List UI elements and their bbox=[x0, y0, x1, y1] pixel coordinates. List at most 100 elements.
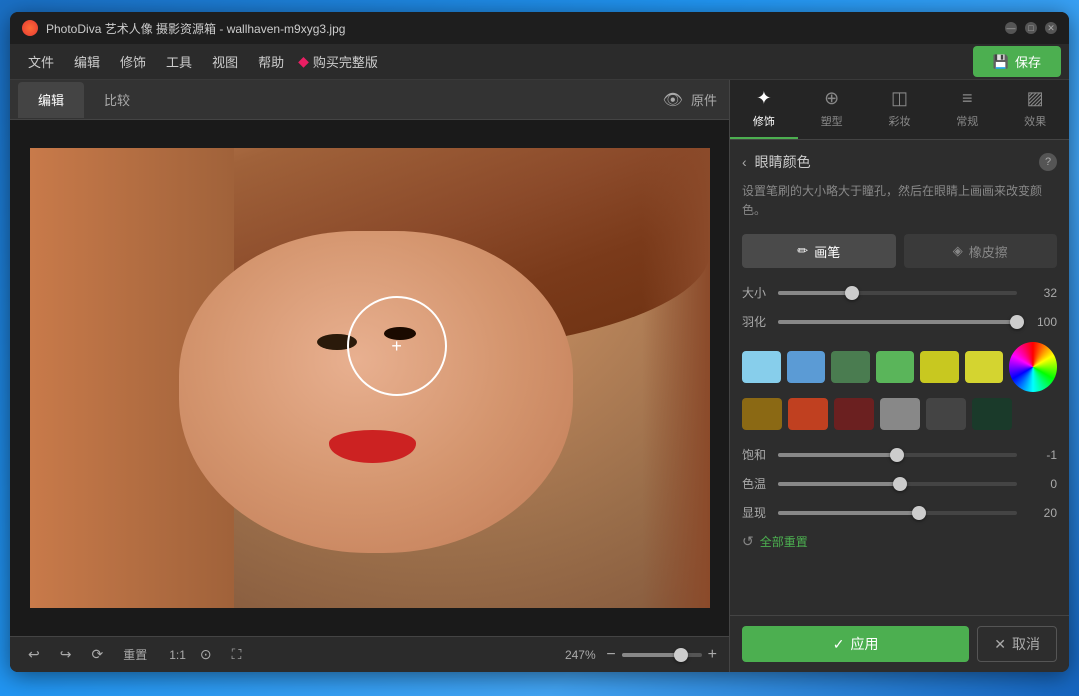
color-swatch-6[interactable] bbox=[965, 351, 1004, 383]
section-header: ‹ 眼睛颜色 ? bbox=[742, 152, 1057, 172]
retouch-label: 修饰 bbox=[753, 113, 775, 129]
feather-label: 羽化 bbox=[742, 313, 770, 330]
color-row-2 bbox=[742, 398, 1057, 430]
buy-button[interactable]: 购买完整版 bbox=[313, 52, 378, 71]
normal-icon: ≡ bbox=[962, 88, 973, 109]
temperature-value: 0 bbox=[1025, 477, 1057, 491]
cancel-button[interactable]: ✕ 取消 bbox=[977, 626, 1057, 662]
window-title: PhotoDiva 艺术人像 摄影资源箱 - wallhaven-m9xyg3.… bbox=[46, 20, 1005, 37]
saturation-slider-row: 饱和 -1 bbox=[742, 446, 1057, 463]
redo-button[interactable]: ↪ bbox=[54, 644, 78, 665]
display-slider-row: 显现 20 bbox=[742, 504, 1057, 521]
hair-right bbox=[642, 148, 710, 608]
eraser-icon: ◈ bbox=[953, 243, 963, 259]
color-swatch-11[interactable] bbox=[926, 398, 966, 430]
zoom-slider[interactable] bbox=[622, 653, 702, 657]
size-slider[interactable] bbox=[778, 291, 1017, 295]
feather-slider[interactable] bbox=[778, 320, 1017, 324]
menu-file[interactable]: 文件 bbox=[18, 48, 64, 75]
temperature-slider-row: 色温 0 bbox=[742, 475, 1057, 492]
color-swatch-2[interactable] bbox=[787, 351, 826, 383]
undo-button[interactable]: ↩ bbox=[22, 644, 46, 665]
tab-retouch[interactable]: ✦ 修饰 bbox=[730, 80, 798, 139]
color-swatch-12[interactable] bbox=[972, 398, 1012, 430]
display-label: 显现 bbox=[742, 504, 770, 521]
color-swatch-9[interactable] bbox=[834, 398, 874, 430]
back-arrow-icon[interactable]: ‹ bbox=[742, 154, 747, 170]
tab-shape[interactable]: ⊕ 塑型 bbox=[798, 80, 866, 139]
tab-edit[interactable]: 编辑 bbox=[18, 82, 84, 118]
color-swatch-5[interactable] bbox=[920, 351, 959, 383]
temperature-slider[interactable] bbox=[778, 482, 1017, 486]
eye-right bbox=[384, 327, 416, 340]
bottom-sliders: 饱和 -1 色温 0 bbox=[742, 446, 1057, 521]
eye-icon[interactable]: 👁 bbox=[663, 90, 683, 110]
reset-icon: ↺ bbox=[742, 533, 754, 550]
zoom-minus-button[interactable]: − bbox=[606, 646, 615, 664]
maximize-button[interactable]: □ bbox=[1025, 22, 1037, 34]
apply-button[interactable]: ✓ 应用 bbox=[742, 626, 969, 662]
tab-effect[interactable]: ▨ 效果 bbox=[1001, 80, 1069, 139]
menu-tools[interactable]: 工具 bbox=[156, 48, 202, 75]
portrait-background: + bbox=[30, 148, 710, 608]
reset-all-button[interactable]: 全部重置 bbox=[760, 533, 808, 550]
zoom-fit-button[interactable]: ⊙ bbox=[194, 644, 218, 665]
reset-button[interactable]: ⟳ bbox=[85, 644, 109, 665]
color-row-1 bbox=[742, 342, 1057, 392]
feather-slider-row: 羽化 100 bbox=[742, 313, 1057, 330]
close-button[interactable]: ✕ bbox=[1045, 22, 1057, 34]
lips bbox=[329, 430, 416, 462]
save-icon: 💾 bbox=[993, 54, 1009, 70]
app-window: PhotoDiva 艺术人像 摄影资源箱 - wallhaven-m9xyg3.… bbox=[10, 12, 1069, 672]
feather-value: 100 bbox=[1025, 315, 1057, 329]
brush-label: 画笔 bbox=[814, 242, 840, 261]
eraser-tool-button[interactable]: ◈ 橡皮擦 bbox=[904, 234, 1058, 268]
color-wheel[interactable] bbox=[1009, 342, 1057, 392]
apply-label: 应用 bbox=[851, 634, 879, 654]
canvas-area: 编辑 比较 👁 原件 bbox=[10, 80, 729, 672]
save-button[interactable]: 💾 保存 bbox=[973, 46, 1061, 77]
brush-tool-button[interactable]: ✏ 画笔 bbox=[742, 234, 896, 268]
makeup-label: 彩妆 bbox=[888, 113, 910, 129]
reset-label: 重置 bbox=[117, 644, 153, 665]
save-label: 保存 bbox=[1015, 52, 1041, 71]
photo-frame: + bbox=[30, 148, 710, 608]
menu-retouch[interactable]: 修饰 bbox=[110, 48, 156, 75]
reset-row: ↺ 全部重置 bbox=[742, 533, 1057, 550]
color-swatch-7[interactable] bbox=[742, 398, 782, 430]
menu-help[interactable]: 帮助 bbox=[248, 48, 294, 75]
color-swatch-10[interactable] bbox=[880, 398, 920, 430]
color-swatch-8[interactable] bbox=[788, 398, 828, 430]
description-text: 设置笔刷的大小略大于瞳孔，然后在眼睛上画画来改变颜色。 bbox=[742, 182, 1057, 220]
display-slider[interactable] bbox=[778, 511, 1017, 515]
minimize-button[interactable]: — bbox=[1005, 22, 1017, 34]
panel-content: ‹ 眼睛颜色 ? 设置笔刷的大小略大于瞳孔，然后在眼睛上画画来改变颜色。 ✏ 画… bbox=[730, 140, 1069, 615]
tab-makeup[interactable]: ◫ 彩妆 bbox=[866, 80, 934, 139]
temperature-label: 色温 bbox=[742, 475, 770, 492]
saturation-label: 饱和 bbox=[742, 446, 770, 463]
menu-view[interactable]: 视图 bbox=[202, 48, 248, 75]
size-value: 32 bbox=[1025, 286, 1057, 300]
color-swatch-3[interactable] bbox=[831, 351, 870, 383]
shape-icon: ⊕ bbox=[824, 88, 839, 109]
main-area: 编辑 比较 👁 原件 bbox=[10, 80, 1069, 672]
makeup-icon: ◫ bbox=[891, 88, 908, 109]
right-panel: ✦ 修饰 ⊕ 塑型 ◫ 彩妆 ≡ 常规 ▨ 效果 bbox=[729, 80, 1069, 672]
fullscreen-button[interactable]: ⛶ bbox=[226, 644, 248, 665]
color-swatch-1[interactable] bbox=[742, 351, 781, 383]
face bbox=[179, 231, 573, 553]
canvas-toolbar: 编辑 比较 👁 原件 bbox=[10, 80, 729, 120]
tab-compare[interactable]: 比较 bbox=[84, 82, 150, 118]
zoom-plus-button[interactable]: + bbox=[708, 646, 717, 664]
tab-normal[interactable]: ≡ 常规 bbox=[933, 80, 1001, 139]
effect-label: 效果 bbox=[1024, 113, 1046, 129]
cancel-label: 取消 bbox=[1012, 634, 1040, 654]
title-bar: PhotoDiva 艺术人像 摄影资源箱 - wallhaven-m9xyg3.… bbox=[10, 12, 1069, 44]
panel-tabs: ✦ 修饰 ⊕ 塑型 ◫ 彩妆 ≡ 常规 ▨ 效果 bbox=[730, 80, 1069, 140]
canvas-container[interactable]: + bbox=[10, 120, 729, 636]
color-swatch-4[interactable] bbox=[876, 351, 915, 383]
menu-edit[interactable]: 编辑 bbox=[64, 48, 110, 75]
tool-buttons: ✏ 画笔 ◈ 橡皮擦 bbox=[742, 234, 1057, 268]
saturation-slider[interactable] bbox=[778, 453, 1017, 457]
help-button[interactable]: ? bbox=[1039, 153, 1057, 171]
